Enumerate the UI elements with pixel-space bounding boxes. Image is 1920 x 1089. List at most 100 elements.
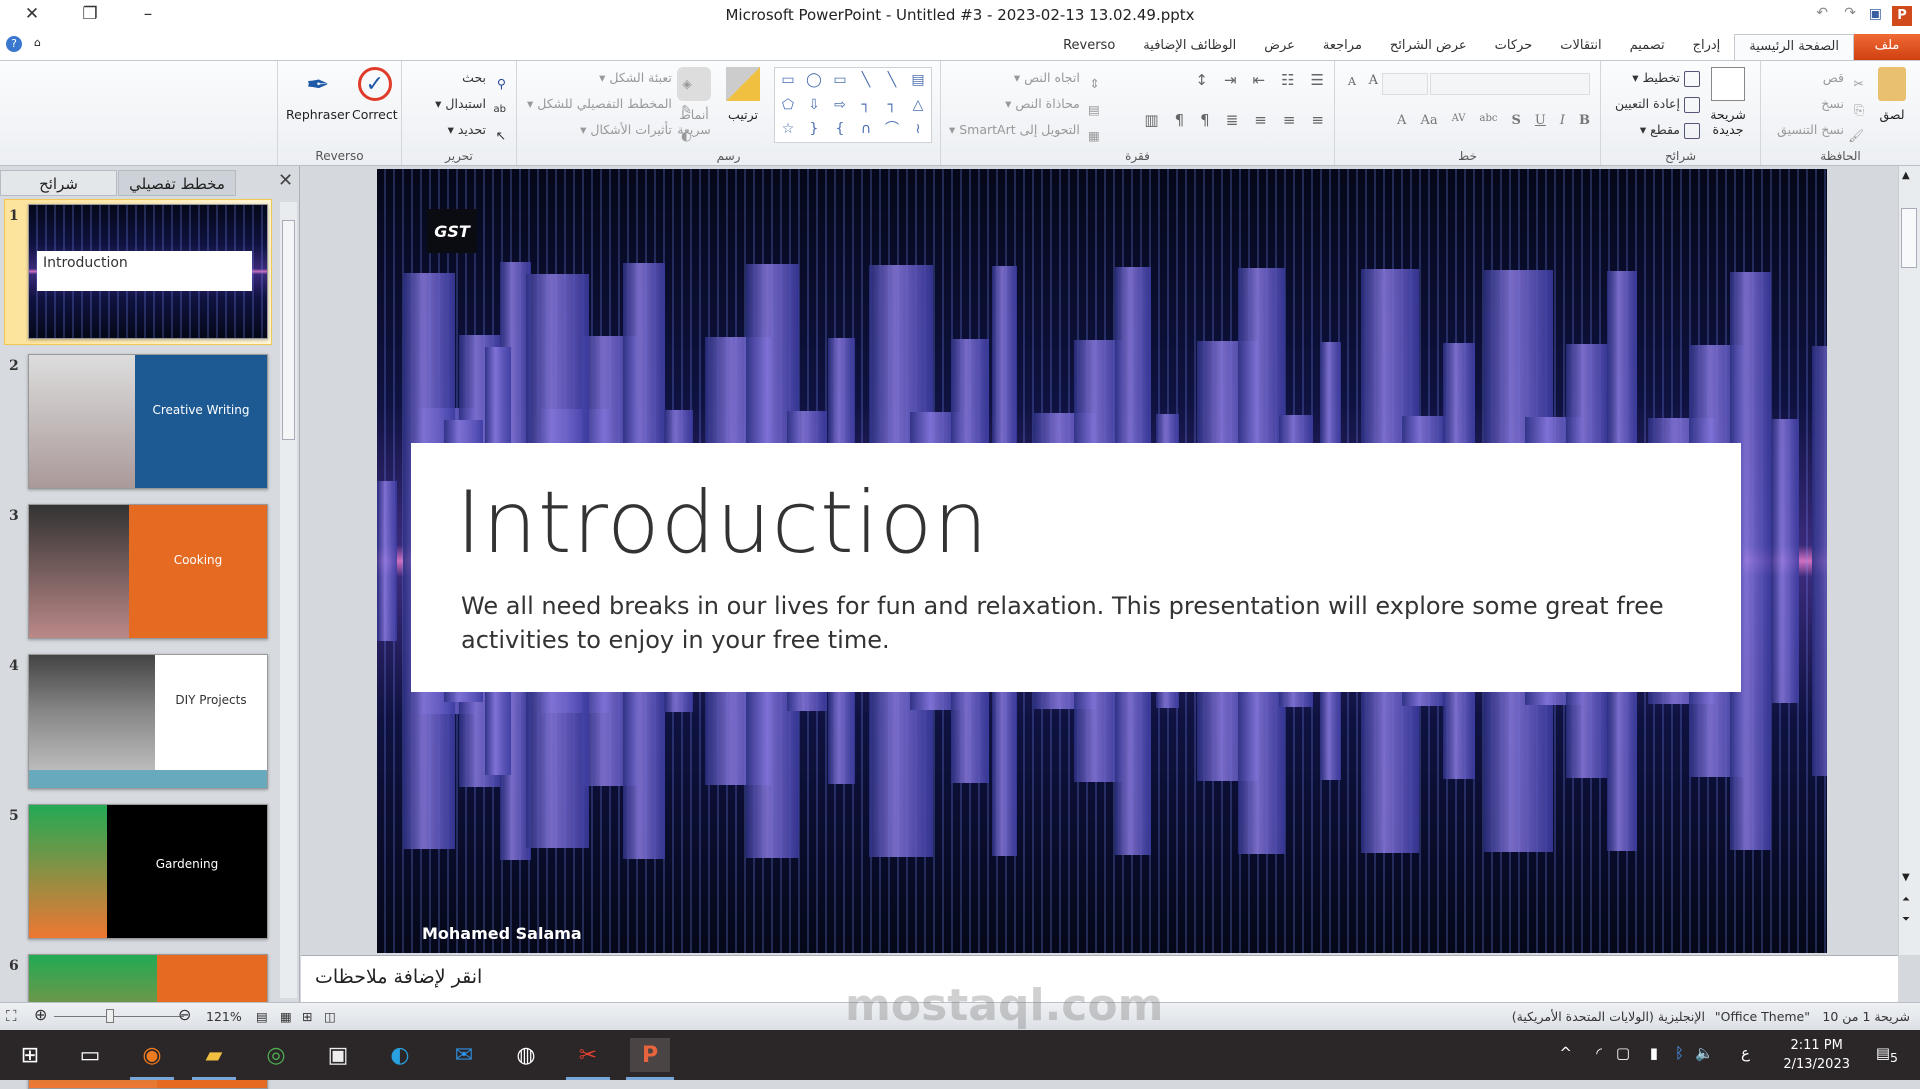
ltr-icon[interactable]: ¶ — [1175, 111, 1185, 129]
theme-name[interactable]: "Office Theme" — [1715, 1009, 1810, 1024]
task-view-icon[interactable]: ▭ — [72, 1038, 108, 1072]
reading-view-icon[interactable]: ▤ — [256, 1009, 268, 1024]
next-slide-icon[interactable]: ⏷ — [1902, 914, 1910, 925]
tab-slides[interactable]: شرائح — [0, 170, 117, 196]
arrange-button[interactable]: ترتيب — [726, 67, 760, 122]
select-button[interactable]: ↖تحديد ▾ — [435, 117, 506, 143]
cut-button[interactable]: ✂قص — [1777, 65, 1864, 91]
underline-button[interactable]: U — [1535, 113, 1546, 128]
find-button[interactable]: ⚲بحث — [435, 65, 506, 91]
rtl-icon[interactable]: ¶ — [1200, 111, 1210, 129]
normal-view-icon[interactable]: ◫ — [324, 1009, 336, 1024]
scroll-up-icon[interactable]: ▲ — [1902, 170, 1910, 181]
undo-icon[interactable]: ↶ — [1816, 5, 1828, 21]
shapes-gallery[interactable]: ▭ ◯ ▭ ╲ ╲ ▤ ⬠ ⇩ ⇨ ┐ ┐ △ ☆}{∩ ⌒ ≀ — [774, 67, 932, 143]
shape-fill-button[interactable]: ◈تعبئة الشكل ▾ — [527, 65, 692, 91]
slide-canvas[interactable]: GST Introduction We all need breaks in o… — [377, 169, 1827, 953]
text-direction-button[interactable]: ⇕اتجاه النص ▾ — [949, 65, 1100, 91]
slide-show-icon[interactable]: ▦ — [280, 1009, 292, 1024]
zoom-slider[interactable] — [54, 1016, 184, 1017]
tab-outline[interactable]: مخطط تفصيلي — [118, 170, 236, 196]
shape-outline-button[interactable]: ✎المخطط التفصيلي للشكل ▾ — [527, 91, 692, 117]
slide-thumbnail[interactable]: Creative Writing — [28, 354, 268, 489]
tab-home[interactable]: الصفحة الرئيسية — [1734, 34, 1854, 60]
tab-view[interactable]: عرض — [1250, 34, 1309, 60]
volume-icon[interactable]: 🔈 — [1695, 1044, 1714, 1062]
zoom-out-button[interactable]: ⊖ — [178, 1005, 191, 1024]
reset-button[interactable]: إعادة التعيين — [1615, 91, 1700, 117]
clock[interactable]: 2:11 PM 2/13/2023 — [1783, 1036, 1850, 1074]
firefox-icon[interactable]: ◉ — [130, 1038, 174, 1080]
input-language[interactable]: ع — [1741, 1044, 1750, 1062]
show-hidden-icons[interactable]: ^ — [1559, 1044, 1572, 1062]
strikethrough-button[interactable]: abc — [1480, 113, 1498, 128]
tab-review[interactable]: مراجعة — [1309, 34, 1376, 60]
powerpoint-icon[interactable]: P — [626, 1038, 674, 1080]
file-explorer-icon[interactable]: ▰ — [192, 1038, 236, 1080]
tab-file[interactable]: ملف — [1854, 34, 1920, 60]
notifications-icon[interactable]: ▤5 — [1876, 1044, 1898, 1065]
slide-thumbnail[interactable]: Cooking — [28, 504, 268, 639]
pane-scrollbar[interactable] — [280, 202, 297, 998]
slide-body-text[interactable]: We all need breaks in our lives for fun … — [461, 589, 1721, 657]
section-button[interactable]: مقطع ▾ — [1615, 117, 1700, 143]
tab-reverso[interactable]: Reverso — [1049, 34, 1129, 60]
shape-effects-button[interactable]: ◐تأثيرات الأشكال ▾ — [527, 117, 692, 143]
char-spacing-button[interactable]: AV — [1452, 113, 1466, 128]
slide-thumbnail[interactable]: Gardening — [28, 804, 268, 939]
font-size-select[interactable] — [1382, 73, 1428, 95]
outdent-icon[interactable]: ⇥ — [1224, 71, 1237, 89]
slide-sorter-icon[interactable]: ⊞ — [302, 1009, 312, 1024]
slide-thumbnail[interactable]: DIY Projects — [28, 654, 268, 789]
format-painter-button[interactable]: 🖌نسخ التنسيق — [1777, 117, 1864, 143]
notes-placeholder[interactable]: انقر لإضافة ملاحظات — [315, 966, 482, 988]
tab-insert[interactable]: إدراج — [1679, 34, 1735, 60]
indent-icon[interactable]: ⇤ — [1253, 71, 1266, 89]
scroll-down-icon[interactable]: ▼ — [1902, 872, 1910, 883]
zoom-level[interactable]: 121% — [206, 1009, 242, 1024]
previous-slide-icon[interactable]: ⏶ — [1902, 894, 1910, 905]
slide-title[interactable]: Introduction — [456, 473, 989, 573]
mail-icon[interactable]: ✉ — [446, 1038, 482, 1072]
meet-icon[interactable]: ▢ — [1616, 1044, 1630, 1062]
bold-button[interactable]: B — [1579, 113, 1590, 128]
tab-design[interactable]: تصميم — [1616, 34, 1679, 60]
italic-button[interactable]: I — [1560, 113, 1565, 128]
edge-icon[interactable]: ◐ — [382, 1038, 418, 1072]
language-indicator[interactable]: الإنجليزية (الولايات المتحدة الأمريكية) — [1512, 1009, 1705, 1024]
smartart-button[interactable]: ▦التحويل إلى SmartArt ▾ — [949, 117, 1100, 143]
layout-button[interactable]: تخطيط ▾ — [1615, 65, 1700, 91]
scroll-thumb[interactable] — [282, 220, 295, 440]
rephraser-button[interactable]: ✒ Rephraser — [286, 67, 350, 123]
fit-slide-icon[interactable]: ⛶ — [6, 1007, 17, 1025]
store-icon[interactable]: ▣ — [320, 1038, 356, 1072]
correct-button[interactable]: ✓ Correct — [352, 67, 398, 122]
bluetooth-icon[interactable]: ᛒ — [1675, 1044, 1684, 1062]
app-icon[interactable]: ◍ — [508, 1038, 544, 1072]
snipping-tool-icon[interactable]: ✂ — [566, 1038, 610, 1080]
zoom-slider-thumb[interactable] — [106, 1009, 114, 1023]
author-name[interactable]: Mohamed Salama — [422, 924, 582, 943]
scroll-thumb[interactable] — [1901, 208, 1917, 268]
align-text-button[interactable]: ▤محاذاة النص ▾ — [949, 91, 1100, 117]
slide-thumbnail[interactable]: Introduction — [28, 204, 268, 339]
align-right-icon[interactable]: ≡ — [1311, 111, 1324, 129]
tab-addins[interactable]: الوظائف الإضافية — [1129, 34, 1250, 60]
tab-animations[interactable]: حركات — [1481, 34, 1547, 60]
shadow-button[interactable]: S — [1512, 113, 1521, 128]
tab-slideshow[interactable]: عرض الشرائح — [1376, 34, 1481, 60]
collapse-ribbon-icon[interactable]: ⌂ — [34, 36, 41, 49]
slide-scrollbar[interactable]: ▲ ▼ ⏶ ⏷ — [1898, 166, 1920, 955]
grow-font-button[interactable]: A — [1369, 73, 1378, 88]
columns-icon[interactable]: ▥ — [1144, 111, 1158, 129]
start-icon[interactable]: ⊞ — [12, 1038, 48, 1072]
tab-transitions[interactable]: انتقالات — [1546, 34, 1615, 60]
save-icon[interactable]: ▣ — [1869, 6, 1882, 22]
redo-icon[interactable]: ↷ — [1844, 5, 1856, 21]
align-left-icon[interactable]: ≡ — [1254, 111, 1267, 129]
network-icon[interactable]: ◜ — [1596, 1044, 1602, 1062]
new-slide-button[interactable]: شريحة جديدة — [1706, 67, 1750, 137]
change-case-button[interactable]: Aa — [1420, 113, 1437, 128]
close-pane-icon[interactable]: ✕ — [278, 170, 293, 191]
chrome-icon[interactable]: ◎ — [258, 1038, 294, 1072]
